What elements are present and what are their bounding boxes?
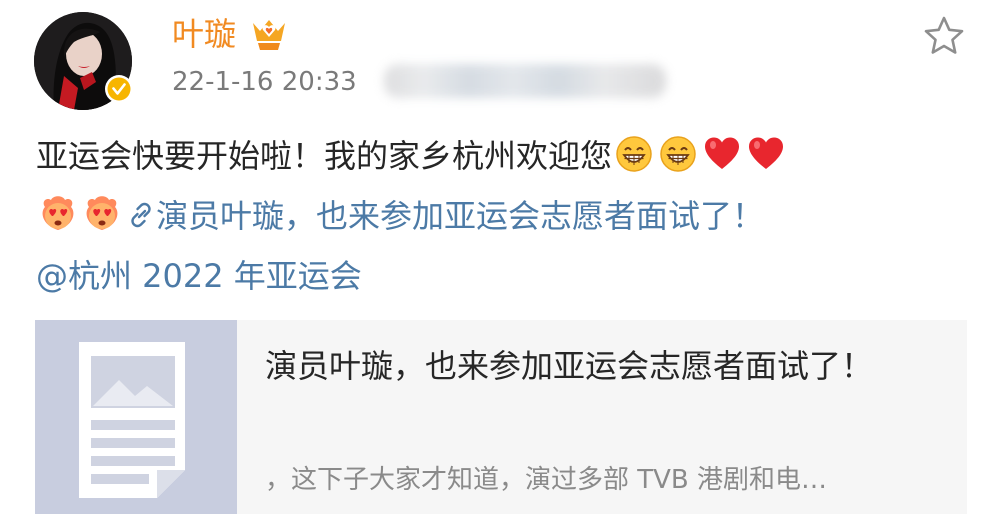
red-heart-emoji-icon (749, 137, 784, 169)
grin-emoji-icon (616, 136, 652, 172)
article-card-description: ，这下子大家才知道，演过多部 TVB 港剧和电… (265, 465, 828, 495)
article-card-title: 演员叶璇，也来参加亚运会志愿者面试了！ (265, 347, 874, 385)
link-icon (131, 202, 151, 228)
article-card[interactable]: 演员叶璇，也来参加亚运会志愿者面试了！ ，这下子大家才知道，演过多部 TVB 港… (35, 320, 967, 514)
mention-link[interactable]: @杭州 2022 年亚运会 (36, 257, 362, 295)
source-blurred (384, 64, 666, 98)
post-text-line: @杭州 2022 年亚运会 (36, 246, 976, 306)
red-heart-emoji-icon (705, 137, 740, 169)
article-link[interactable]: 演员叶璇，也来参加亚运会志愿者面试了！ (124, 197, 764, 235)
verified-badge-icon (105, 75, 133, 103)
post-text-line: 亚运会快要开始啦！我的家乡杭州欢迎您 (36, 126, 976, 186)
post-text-line: 演员叶璇，也来参加亚运会志愿者面试了！ (36, 186, 976, 246)
grin-emoji-icon (660, 136, 696, 172)
post-text: 亚运会快要开始啦！我的家乡杭州欢迎您 演员叶璇，也来参加亚运会志愿者面试了！ @… (36, 126, 976, 306)
post-body-text: 亚运会快要开始啦！我的家乡杭州欢迎您 (36, 137, 613, 175)
star-icon[interactable] (922, 14, 966, 58)
heart-eyes-emoji-icon (86, 196, 118, 230)
weibo-post: 叶璇 22-1-16 20:33 亚运会快要开始啦！我的家乡杭州欢迎您 演员叶璇… (0, 0, 1000, 514)
heart-eyes-emoji-icon (42, 196, 74, 230)
member-crown-icon[interactable] (250, 17, 288, 53)
post-timestamp: 22-1-16 20:33 (172, 67, 357, 97)
username[interactable]: 叶璇 (172, 12, 236, 56)
article-link-text: 演员叶璇，也来参加亚运会志愿者面试了！ (156, 197, 765, 235)
document-icon (79, 342, 185, 498)
article-thumbnail (35, 320, 237, 514)
